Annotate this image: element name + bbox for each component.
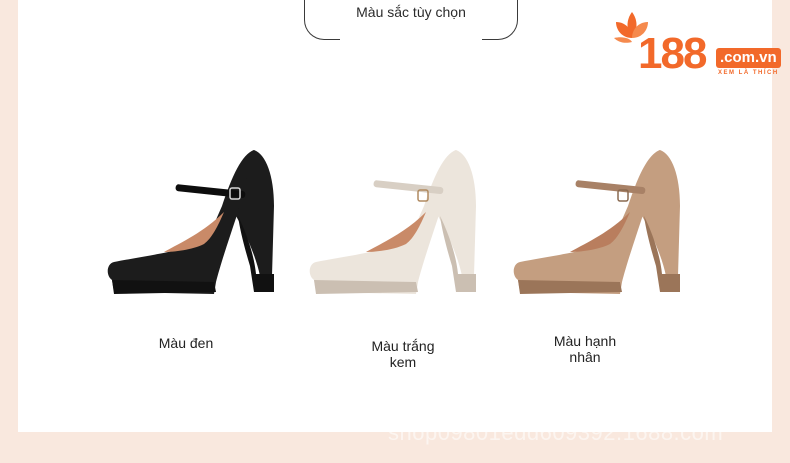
section-header: Màu sắc tùy chọn <box>304 0 518 42</box>
product-label-almond: Màu hạnh nhân <box>553 333 617 365</box>
logo-number: 188 <box>638 29 707 78</box>
section-title: Màu sắc tùy chọn <box>356 4 466 20</box>
product-image-cream-shoe[interactable] <box>306 146 482 302</box>
brand-logo[interactable]: 188 .com.vn XEM LÀ THÍCH <box>610 8 790 80</box>
product-image-almond-shoe[interactable] <box>510 146 686 302</box>
shop-watermark: shop09801edd609392.1688.com <box>388 420 724 445</box>
logo-domain: .com.vn <box>716 48 781 68</box>
product-label-cream: Màu trắng kem <box>371 338 435 370</box>
product-image-black-shoe[interactable] <box>104 146 280 302</box>
product-label-black: Màu đen <box>158 335 214 351</box>
logo-tagline: XEM LÀ THÍCH <box>718 70 779 76</box>
